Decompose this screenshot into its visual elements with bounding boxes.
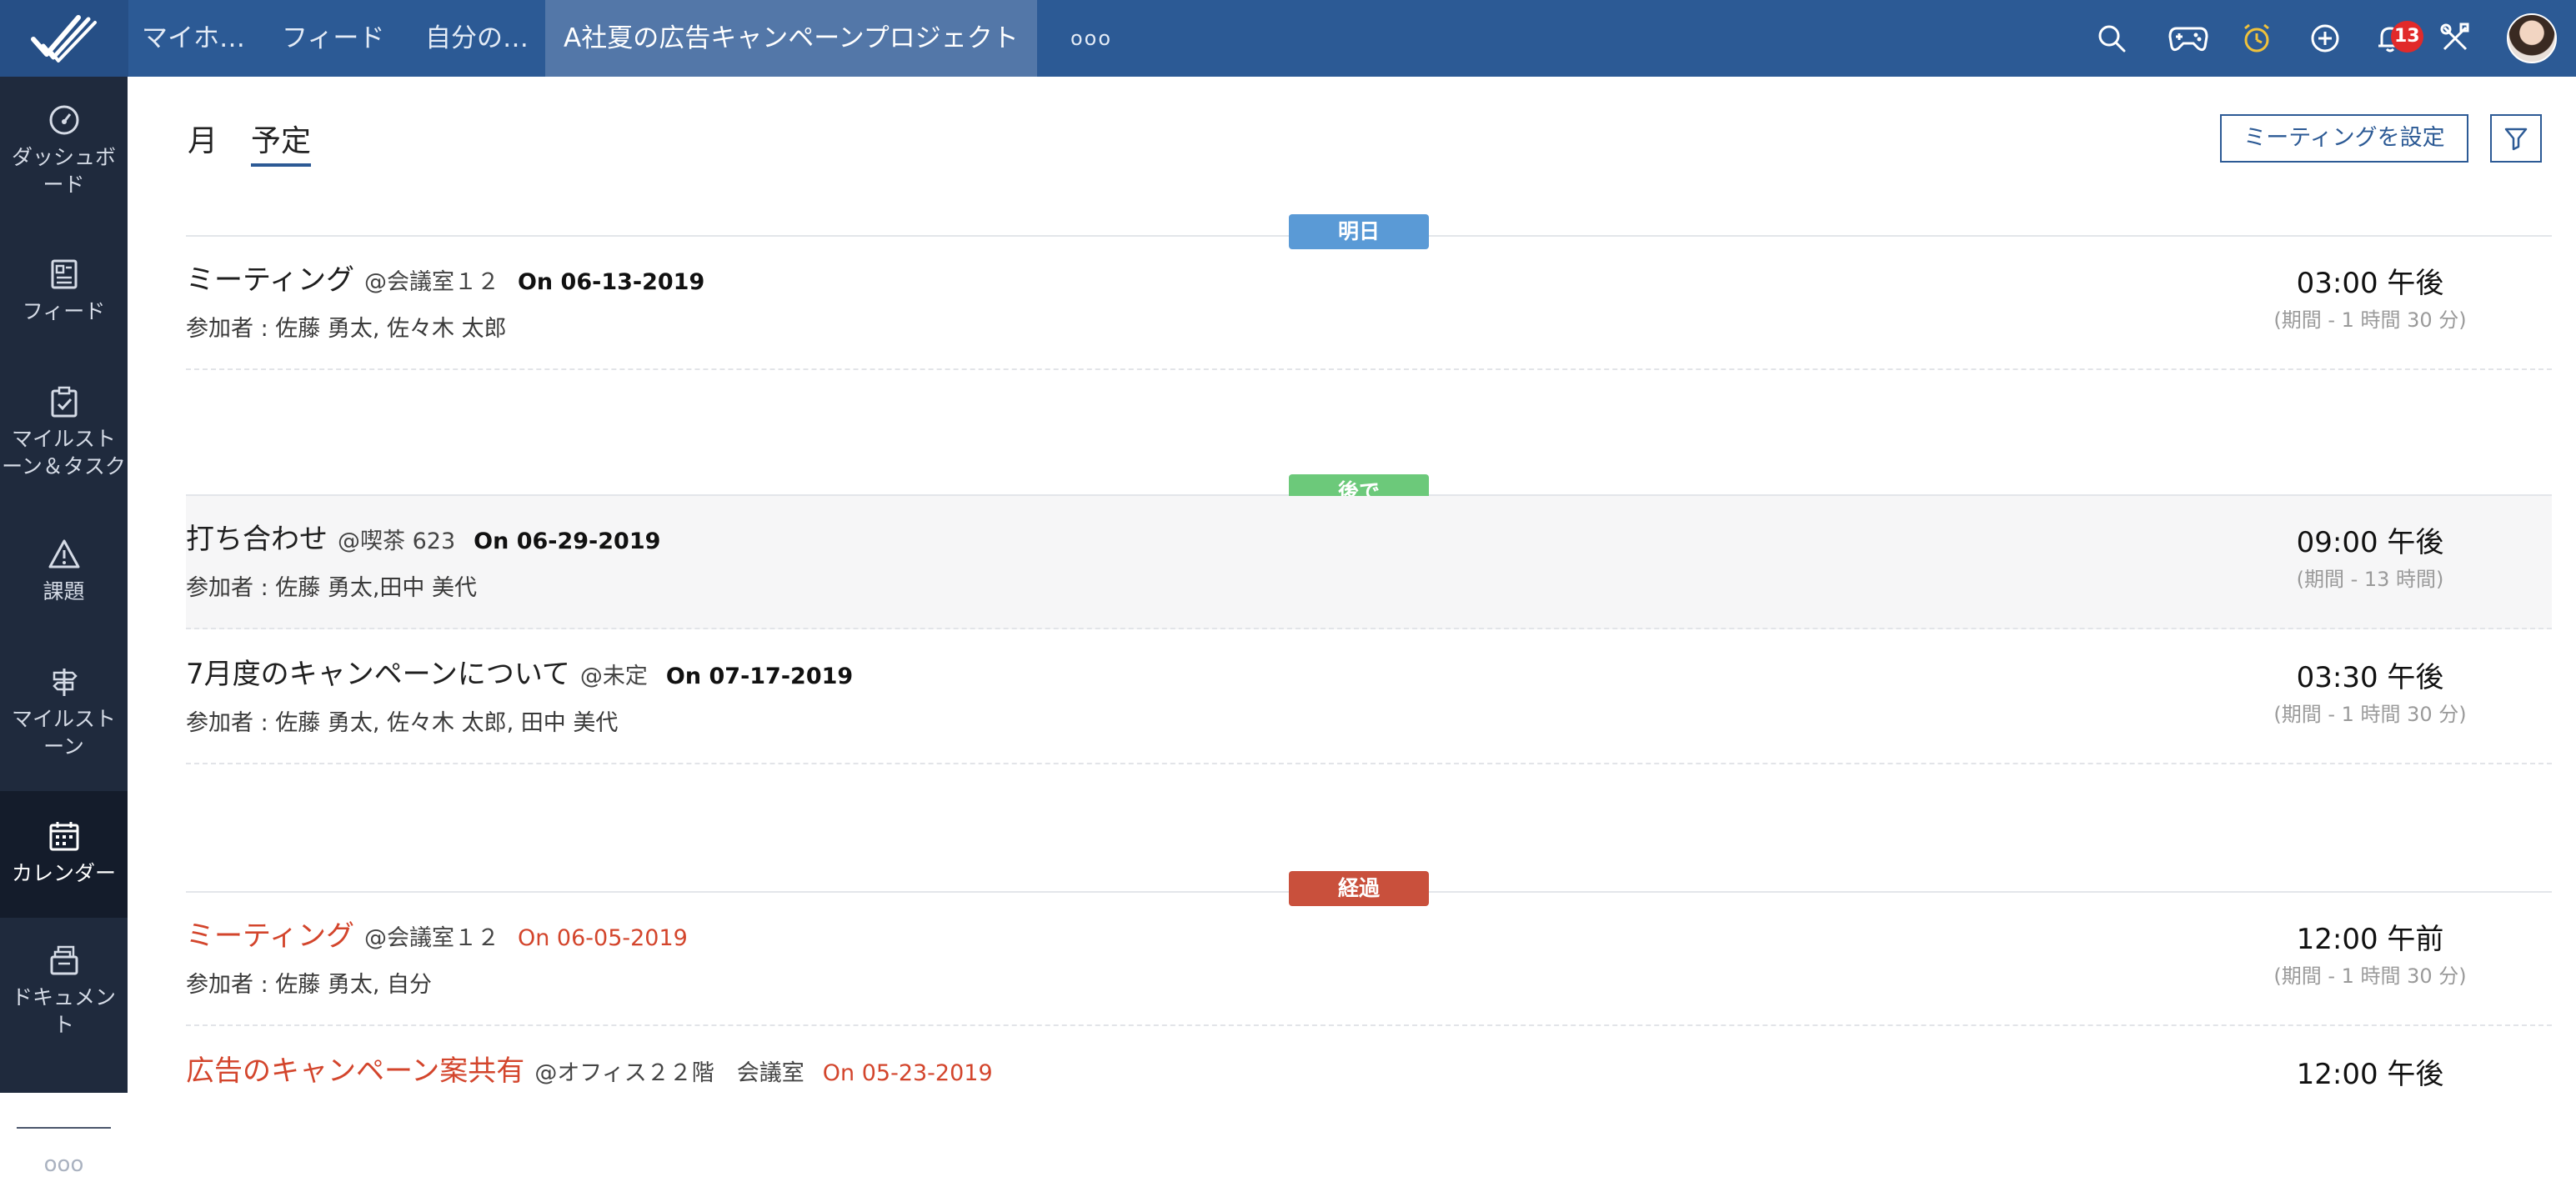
sidebar-item-calendar[interactable]: カレンダー <box>0 791 128 918</box>
calendar-icon <box>0 819 128 853</box>
event-duration: (期間 - 1 時間 30 分) <box>2273 308 2467 332</box>
tasks-icon <box>0 385 128 418</box>
event-date: On 05-23-2019 <box>822 1060 993 1086</box>
feed-icon <box>0 258 128 291</box>
event-row[interactable]: ミーティング @会議室１２ On 06-13-2019 参加者 : 佐藤 勇太, 佐… <box>186 237 2552 370</box>
documents-icon <box>0 944 128 977</box>
event-time: 12:00 午前 <box>2296 923 2444 956</box>
event-row[interactable]: 打ち合わせ @喫茶 623 On 06-29-2019 参加者 : 佐藤 勇太,田中… <box>186 496 2552 629</box>
event-location: @未定 <box>579 664 648 689</box>
tools-icon[interactable] <box>2439 23 2471 54</box>
sidebar: ダッシュボード フィード マイルストーン＆タスク 課題 マイルストーン カレンダ… <box>0 77 128 1177</box>
event-location: @会議室１２ <box>363 269 499 295</box>
event-participants: 参加者 : 佐藤 勇太, 佐々木 太郎 <box>186 316 507 342</box>
sidebar-more-button[interactable]: ooo <box>0 1152 128 1177</box>
event-location: @喫茶 623 <box>338 528 456 554</box>
event-date: On 06-29-2019 <box>474 528 661 554</box>
event-title-line: 広告のキャンペーン案共有 @オフィス２２階 会議室 On 05-23-2019 <box>186 1048 993 1089</box>
event-date: On 07-17-2019 <box>665 664 854 689</box>
event-name[interactable]: ミーティング <box>186 263 354 297</box>
nav-tab-mine[interactable]: 自分の… <box>425 0 529 77</box>
sidebar-item-feed[interactable]: フィード <box>0 258 128 325</box>
dashboard-icon <box>0 103 128 137</box>
set-meeting-button[interactable]: ミーティングを設定 <box>2220 114 2468 163</box>
event-row[interactable]: ミーティング @会議室１２ On 06-05-2019 参加者 : 佐藤 勇太, 自… <box>186 893 2552 1026</box>
event-time: 03:00 午後 <box>2296 267 2444 300</box>
event-row[interactable]: 広告のキャンペーン案共有 @オフィス２２階 会議室 On 05-23-2019 12… <box>186 1028 2552 1161</box>
event-name[interactable]: 打ち合わせ <box>186 523 328 556</box>
event-location: @会議室１２ <box>363 925 499 951</box>
sidebar-item-label: カレンダー <box>11 861 116 885</box>
event-time: 12:00 午後 <box>2296 1058 2444 1091</box>
event-name[interactable]: 7月度のキャンペーンについて <box>186 658 570 691</box>
event-name[interactable]: 広告のキャンペーン案共有 <box>186 1054 524 1088</box>
add-icon[interactable] <box>2309 23 2341 54</box>
nav-tab-feed[interactable]: フィード <box>282 0 384 77</box>
sidebar-item-label: フィード <box>22 299 106 323</box>
calendar-main: 月 予定 ミーティングを設定 明日 ミーティング @会議室１２ On 06-13-2… <box>128 77 2576 1093</box>
event-title-line: ミーティング @会議室１２ On 06-05-2019 <box>186 913 688 954</box>
event-participants: 参加者 : 佐藤 勇太,田中 美代 <box>186 575 478 601</box>
user-avatar[interactable] <box>2507 13 2557 63</box>
sidebar-item-milestones-tasks[interactable]: マイルストーン＆タスク <box>0 385 128 480</box>
event-time: 03:30 午後 <box>2296 661 2444 694</box>
sidebar-item-label: 課題 <box>43 579 85 604</box>
nav-tab-my-home[interactable]: マイホ… <box>142 0 245 77</box>
sidebar-item-issues[interactable]: 課題 <box>0 538 128 605</box>
top-bar: マイホ… フィード 自分の… A社夏の広告キャンペーンプロジェクト ooo 13 <box>0 0 2576 77</box>
event-name[interactable]: ミーティング <box>186 919 354 953</box>
sidebar-item-label: ドキュメント <box>11 985 116 1037</box>
sidebar-item-label: マイルストーン <box>11 707 116 759</box>
event-date: On 06-13-2019 <box>517 269 705 295</box>
event-row[interactable]: 7月度のキャンペーンについて @未定 On 07-17-2019 参加者 : 佐藤 … <box>186 631 2552 764</box>
event-title-line: ミーティング @会議室１２ On 06-13-2019 <box>186 257 704 298</box>
event-time: 09:00 午後 <box>2296 526 2444 559</box>
sidebar-item-documents[interactable]: ドキュメント <box>0 944 128 1039</box>
signpost-icon <box>0 665 128 699</box>
event-participants: 参加者 : 佐藤 勇太, 佐々木 太郎, 田中 美代 <box>186 710 619 736</box>
search-icon[interactable] <box>2096 23 2127 54</box>
notification-badge: 13 <box>2391 21 2423 53</box>
event-participants: 参加者 : 佐藤 勇太, 自分 <box>186 972 433 998</box>
app-logo[interactable] <box>0 0 128 77</box>
filter-icon <box>2504 128 2528 151</box>
sidebar-divider <box>17 1127 111 1129</box>
sidebar-item-label: マイルストーン＆タスク <box>2 427 126 478</box>
sidebar-item-milestones[interactable]: マイルストーン <box>0 665 128 760</box>
tab-month[interactable]: 月 <box>188 117 218 160</box>
event-location: @オフィス２２階 会議室 <box>534 1060 804 1086</box>
event-duration: (期間 - 1 時間 30 分) <box>2273 703 2467 726</box>
sidebar-item-dashboard[interactable]: ダッシュボード <box>0 103 128 198</box>
sidebar-item-label: ダッシュボード <box>11 145 116 197</box>
warning-icon <box>0 538 128 571</box>
nav-tab-project[interactable]: A社夏の広告キャンペーンプロジェクト <box>545 0 1037 77</box>
event-title-line: 打ち合わせ @喫茶 623 On 06-29-2019 <box>186 516 660 557</box>
filter-button[interactable] <box>2490 114 2542 163</box>
checkmark-logo-icon <box>31 15 97 63</box>
tab-schedule[interactable]: 予定 <box>251 117 312 167</box>
gamepad-icon[interactable] <box>2168 23 2209 54</box>
event-date: On 06-05-2019 <box>517 925 688 951</box>
event-duration: (期間 - 13 時間) <box>2296 568 2444 591</box>
event-duration: (期間 - 1 時間 30 分) <box>2273 964 2467 988</box>
timer-icon[interactable] <box>2241 23 2273 54</box>
event-title-line: 7月度のキャンペーンについて @未定 On 07-17-2019 <box>186 651 853 692</box>
